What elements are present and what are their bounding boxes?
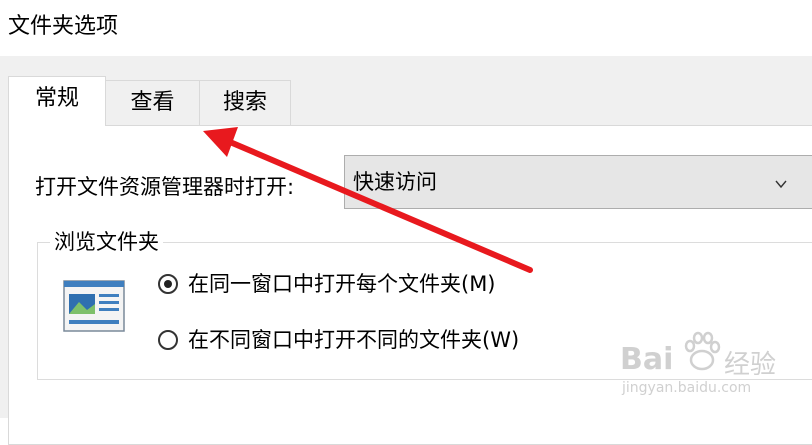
paw-logo-icon [684,331,721,371]
watermark-url: jingyan.baidu.com [622,380,752,396]
watermark-brand-right: 经验 [724,350,777,380]
baidu-jingyan-watermark: Bai 经验 jingyan.baidu.com [620,330,810,410]
watermark-brand-left: Bai [620,342,674,377]
